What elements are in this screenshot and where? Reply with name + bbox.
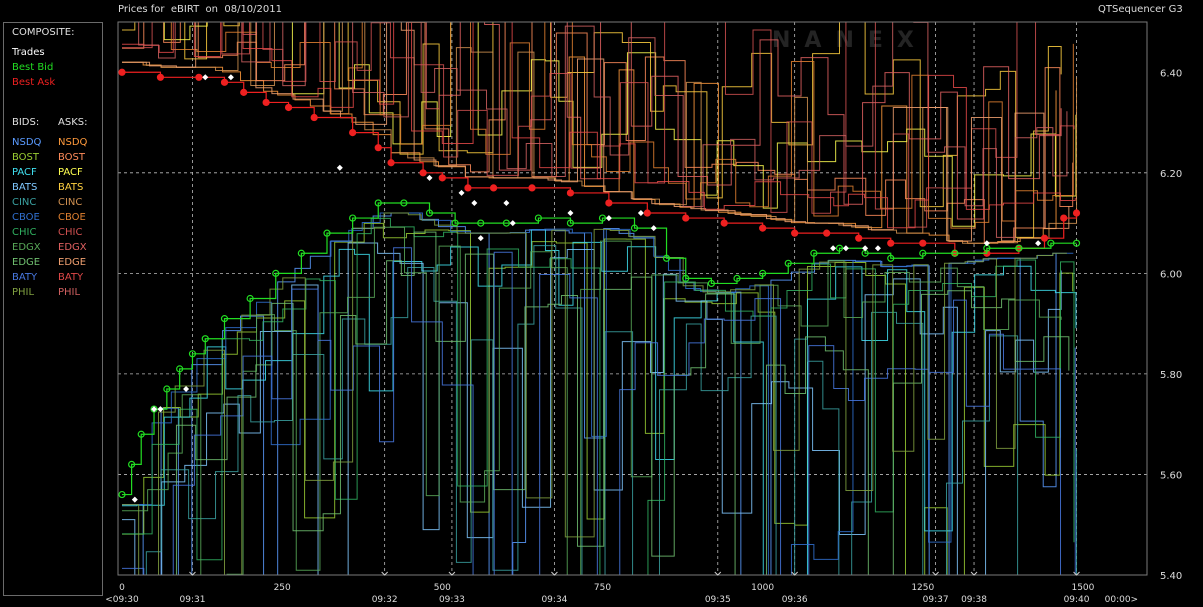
bid-line-nsdq	[122, 212, 1057, 576]
y-tick-label: 5.40	[1160, 571, 1182, 582]
bid-line-pacf	[122, 229, 1077, 576]
y-tick-label: 6.40	[1160, 68, 1182, 79]
bid-line-baty	[122, 247, 1076, 576]
trade-point	[509, 220, 516, 227]
time-label: 09:33	[439, 595, 465, 605]
trade-point	[842, 245, 849, 252]
trade-point	[862, 245, 869, 252]
trade-point	[471, 199, 478, 206]
ask-line-baty	[122, 21, 1076, 229]
best-ask-point	[195, 73, 203, 81]
trade-point	[605, 215, 612, 222]
exchange-bid-lines	[122, 212, 1078, 576]
time-label: <09:30	[105, 595, 139, 605]
x-tick-label: 250	[274, 583, 291, 593]
time-label: 09:37	[923, 595, 949, 605]
trade-point	[336, 164, 343, 171]
best-ask-point	[387, 159, 395, 167]
best-ask-point	[240, 88, 248, 96]
time-label: 09:36	[782, 595, 808, 605]
best-ask-point	[419, 169, 427, 177]
best-ask-point	[1040, 234, 1049, 242]
ask-line-cboe	[122, 21, 1074, 229]
x-tick-label: 1000	[751, 583, 774, 593]
best-ask-point	[349, 129, 357, 137]
best-ask-point	[1060, 214, 1068, 222]
axes-layer: 6.40 6.20 6.00 5.80 5.60 5.40 <09:30 09:31 09:32…	[105, 21, 1182, 605]
trade-point	[503, 199, 510, 206]
time-label: 09:31	[180, 595, 206, 605]
best-ask-point	[823, 229, 831, 237]
trade-point	[650, 225, 657, 232]
best-ask-point	[310, 113, 318, 122]
best-ask-point	[566, 189, 575, 197]
exchange-ask-lines	[122, 21, 1078, 244]
time-label: 00:00>	[1105, 595, 1138, 605]
bid-line-cinc	[122, 245, 1078, 576]
best-ask-point	[284, 103, 293, 112]
best-ask-point	[887, 239, 895, 247]
time-label: 09:34	[541, 595, 567, 605]
y-tick-label: 6.20	[1160, 169, 1182, 180]
best-ask-point	[605, 199, 613, 207]
best-ask-point	[374, 144, 382, 152]
x-tick-label: 1250	[911, 583, 934, 593]
ask-line-bats	[122, 21, 1062, 238]
y-tick-label: 5.60	[1160, 470, 1182, 481]
best-ask-point	[489, 184, 498, 192]
trade-point	[157, 406, 164, 413]
trade-point	[830, 245, 837, 252]
x-tick-label: 750	[594, 583, 611, 593]
y-tick-label: 5.80	[1160, 370, 1182, 381]
best-ask-point	[118, 68, 126, 76]
trade-point	[874, 245, 881, 252]
x-tick-label: 0	[119, 583, 125, 593]
best-ask-point	[464, 184, 472, 192]
best-ask-point	[682, 214, 690, 222]
x-tick-label: 500	[434, 583, 451, 593]
time-label: 09:40	[1064, 595, 1090, 605]
best-ask-point	[791, 229, 799, 237]
best-ask-point	[759, 224, 767, 232]
trade-point	[131, 496, 138, 503]
best-ask-point	[855, 234, 863, 242]
time-label: 09:32	[372, 595, 398, 605]
ask-line-chic	[122, 21, 1075, 228]
best-bid-line	[122, 202, 1077, 496]
trade-point	[227, 74, 234, 81]
price-chart[interactable]: 6.40 6.20 6.00 5.80 5.60 5.40 <09:30 09:31 09:32…	[0, 0, 1203, 607]
best-ask-point	[1072, 209, 1081, 217]
bid-line-chic	[122, 217, 1075, 576]
trade-point	[637, 210, 644, 217]
best-ask-point	[156, 73, 165, 81]
trade-point	[567, 210, 574, 217]
ask-line-nsdq	[122, 56, 1057, 244]
y-tick-label: 6.00	[1160, 269, 1182, 280]
best-ask-point	[643, 209, 651, 217]
best-ask-point	[528, 184, 536, 192]
trade-point	[202, 74, 209, 81]
ask-line-cinc	[122, 21, 1078, 244]
trade-point	[1035, 240, 1042, 247]
ask-line-pacf	[122, 21, 1077, 227]
best-ask-point	[262, 98, 270, 107]
x-tick-label: 1500	[1071, 583, 1094, 593]
trade-point	[477, 235, 484, 242]
trade-point	[426, 174, 433, 181]
best-ask-point	[919, 239, 927, 247]
best-ask-point	[438, 174, 446, 182]
trade-point	[183, 385, 190, 392]
time-label: 09:38	[961, 595, 987, 605]
best-ask-point	[220, 78, 229, 86]
best-ask-point	[720, 219, 728, 227]
trade-point	[458, 189, 465, 196]
time-label: 09:35	[705, 595, 731, 605]
